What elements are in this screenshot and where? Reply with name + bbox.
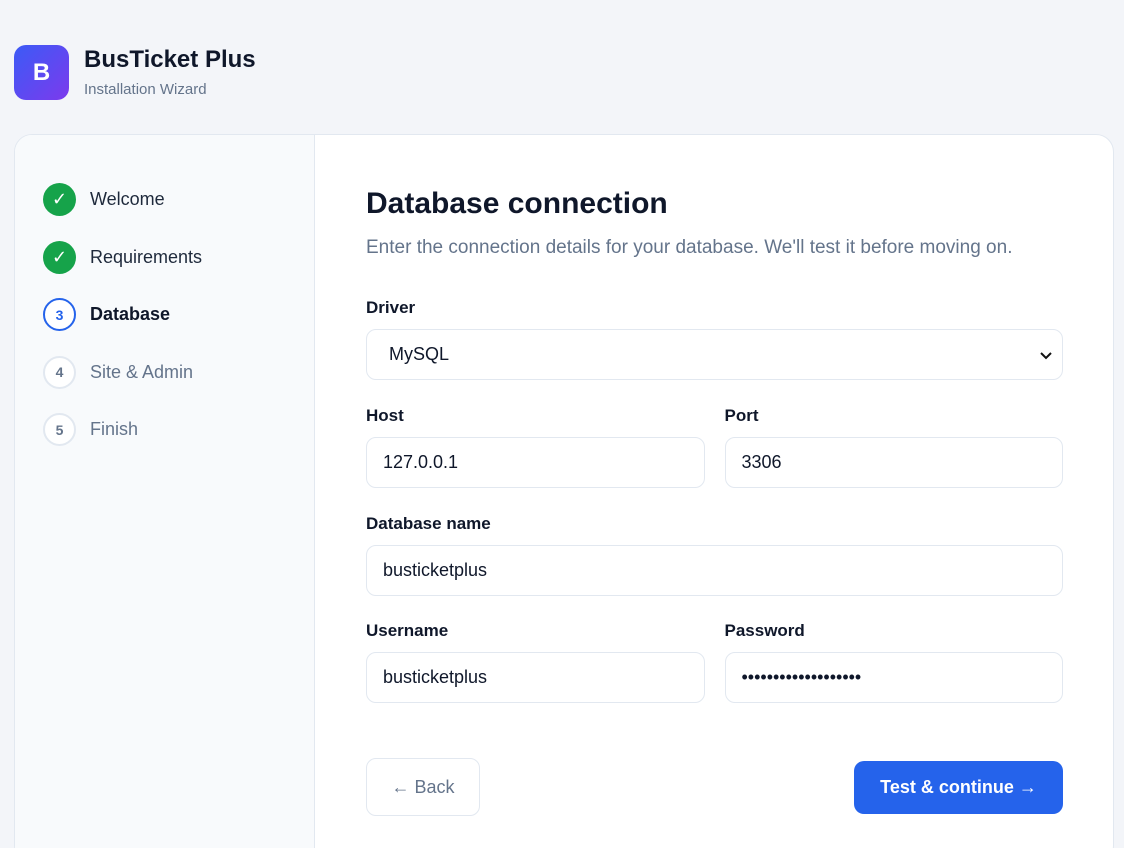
step-number: 5 (43, 413, 76, 446)
port-label: Port (724, 406, 759, 425)
brand-header: B BusTicket Plus Installation Wizard (14, 45, 256, 100)
step-label: Database (90, 304, 171, 324)
driver-label: Driver (366, 298, 416, 317)
step-number: 4 (43, 355, 76, 389)
password-label: Password (724, 621, 805, 640)
wizard-card: ✓ Welcome ✓ Requirements 3 Database 4 Si… (14, 134, 1114, 848)
back-button[interactable]: ← Back (366, 758, 480, 816)
step-label: Requirements (90, 246, 203, 267)
check-icon: ✓ (43, 183, 76, 216)
step-site-admin: 4 Site & Admin (43, 355, 314, 389)
step-requirements[interactable]: ✓ Requirements (43, 240, 314, 274)
driver-select[interactable]: MySQL (366, 329, 1063, 380)
step-label: Finish (90, 419, 139, 439)
step-database[interactable]: 3 Database (43, 298, 314, 331)
port-input[interactable]: 3306 (724, 437, 1063, 488)
page-subtitle: Enter the connection details for your da… (366, 237, 1013, 258)
app-title: BusTicket Plus (84, 45, 256, 73)
username-input[interactable]: busticketplus (366, 652, 705, 703)
password-input[interactable]: ••••••••••••••••••• (724, 652, 1063, 703)
check-icon: ✓ (43, 240, 76, 274)
step-welcome[interactable]: ✓ Welcome (43, 183, 314, 216)
steps-sidebar: ✓ Welcome ✓ Requirements 3 Database 4 Si… (15, 135, 315, 848)
username-label: Username (366, 621, 449, 640)
host-label: Host (366, 406, 404, 425)
database-name-input[interactable]: busticketplus (366, 545, 1063, 596)
form-actions: ← Back Test & continue → (366, 758, 1063, 816)
form-panel: Database connection Enter the connection… (315, 135, 1113, 848)
chevron-down-icon (1040, 347, 1052, 363)
database-name-label: Database name (366, 514, 491, 533)
step-number: 3 (43, 298, 76, 331)
app-subtitle: Installation Wizard (84, 81, 207, 99)
driver-value: MySQL (389, 344, 450, 364)
step-finish: 5 Finish (43, 413, 314, 446)
app-logo: B (14, 45, 69, 100)
step-label: Welcome (90, 189, 165, 209)
host-input[interactable]: 127.0.0.1 (366, 437, 705, 488)
step-label: Site & Admin (90, 361, 194, 382)
test-continue-button[interactable]: Test & continue → (854, 761, 1063, 814)
page-title: Database connection (366, 187, 668, 220)
